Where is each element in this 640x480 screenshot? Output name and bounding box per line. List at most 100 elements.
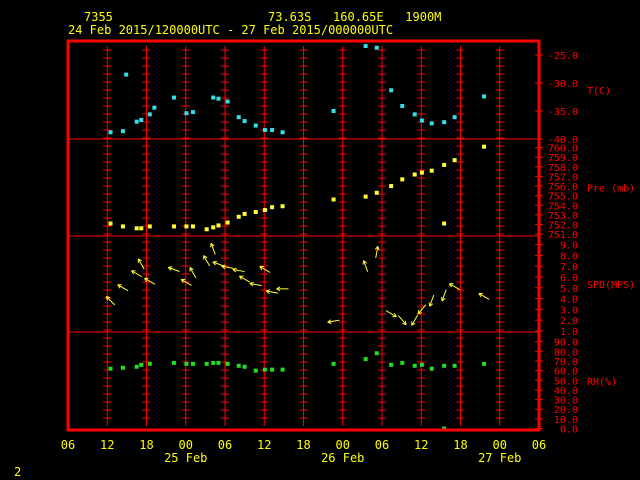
y-tick-label: 2.0	[560, 316, 578, 327]
humidity-point	[363, 357, 368, 362]
temperature-point	[262, 128, 267, 133]
y-tick-label: 90.0	[554, 338, 578, 349]
y-tick-label: 7.0	[560, 262, 578, 273]
x-date-label: 25 Feb	[164, 451, 207, 465]
y-tick-label: -25.0	[548, 51, 578, 62]
temperature-point	[225, 99, 230, 104]
y-tick-label: 9.0	[560, 241, 578, 252]
humidity-point	[331, 361, 336, 366]
pressure-point	[120, 224, 125, 229]
x-tick-label: 18	[139, 438, 153, 452]
pressure-point	[442, 162, 447, 167]
humidity-point	[204, 361, 209, 366]
temperature-point	[184, 111, 189, 116]
pressure-point	[419, 170, 424, 175]
meteogram-chart: -40.0-35.0-30.0-25.0T(C)751.0752.0753.07…	[0, 0, 640, 480]
temperature-point	[482, 94, 487, 99]
background	[0, 0, 640, 480]
temperature-point	[363, 44, 368, 49]
y-tick-label: 0.0	[560, 425, 578, 436]
humidity-point	[482, 361, 487, 366]
pressure-point	[442, 221, 447, 226]
x-tick-label: 12	[414, 438, 428, 452]
temperature-point	[270, 128, 275, 133]
temperature-point	[211, 95, 216, 100]
pressure-point	[270, 205, 275, 210]
temperature-point	[429, 121, 434, 126]
x-tick-label: 18	[453, 438, 467, 452]
humidity-point	[270, 367, 275, 372]
x-tick-label: 00	[493, 438, 507, 452]
y-tick-label: 30.0	[554, 396, 578, 407]
y-tick-label: 3.0	[560, 305, 578, 316]
y-tick-label: 753.0	[548, 211, 578, 222]
pressure-point	[452, 158, 457, 163]
pressure-point	[280, 204, 285, 209]
y-tick-label: 4.0	[560, 295, 578, 306]
pressure-point	[389, 184, 394, 189]
x-tick-label: 00	[336, 438, 350, 452]
pressure-point	[412, 172, 417, 177]
y-tick-label: 751.0	[548, 230, 578, 241]
station-location: 73.63S 160.65E 1900M	[268, 10, 441, 24]
humidity-point	[216, 360, 221, 365]
temperature-point	[253, 123, 258, 128]
pressure-point	[184, 224, 189, 229]
station-id: 7355	[84, 10, 113, 24]
pressure-point	[400, 177, 405, 182]
humidity-point	[452, 363, 457, 368]
humidity-point	[190, 361, 195, 366]
pressure-point	[108, 221, 113, 226]
page-number: 2	[14, 465, 21, 479]
y-tick-label: 759.0	[548, 153, 578, 164]
x-date-label: 26 Feb	[321, 451, 364, 465]
pressure-point	[363, 194, 368, 199]
pressure-point	[253, 209, 258, 214]
pressure-point	[190, 224, 195, 229]
x-tick-label: 12	[257, 438, 271, 452]
humidity-point	[134, 364, 139, 369]
x-tick-label: 06	[61, 438, 75, 452]
temperature-point	[236, 115, 241, 120]
y-tick-label: 756.0	[548, 182, 578, 193]
y-tick-label: 754.0	[548, 201, 578, 212]
y-tick-label: 10.0	[554, 415, 578, 426]
temperature-point	[152, 105, 157, 110]
temperature-point	[280, 130, 285, 135]
pressure-point	[216, 223, 221, 228]
humidity-point	[236, 363, 241, 368]
y-tick-label: 757.0	[548, 172, 578, 183]
temperature-point	[134, 119, 139, 124]
y-tick-label: 60.0	[554, 367, 578, 378]
pressure-point	[242, 211, 247, 216]
temperature-point	[389, 88, 394, 93]
temperature-point	[374, 45, 379, 50]
y-tick-label: 80.0	[554, 347, 578, 358]
humidity-point	[389, 362, 394, 367]
y-tick-label: 752.0	[548, 220, 578, 231]
temperature-point	[108, 130, 113, 135]
temperature-point	[400, 103, 405, 108]
pressure-point	[331, 197, 336, 202]
humidity-point	[139, 362, 144, 367]
humidity-point	[171, 360, 176, 365]
pressure-point	[204, 227, 209, 232]
y-tick-label: 755.0	[548, 192, 578, 203]
wind-label: SPD(MPS)	[587, 280, 635, 291]
humidity-point	[429, 366, 434, 371]
time-period: 24 Feb 2015/120000UTC - 27 Feb 2015/0000…	[68, 23, 393, 37]
humidity-point	[262, 367, 267, 372]
temperature-point	[419, 118, 424, 123]
y-tick-label: 758.0	[548, 163, 578, 174]
temperature-label: T(C)	[587, 86, 611, 97]
humidity-point	[419, 362, 424, 367]
humidity-point	[108, 366, 113, 371]
y-tick-label: 5.0	[560, 284, 578, 295]
temperature-point	[190, 110, 195, 115]
y-tick-label: 20.0	[554, 405, 578, 416]
y-tick-label: 70.0	[554, 357, 578, 368]
pressure-point	[429, 168, 434, 173]
pressure-point	[171, 224, 176, 229]
temperature-point	[147, 112, 152, 117]
pressure-point	[211, 225, 216, 230]
